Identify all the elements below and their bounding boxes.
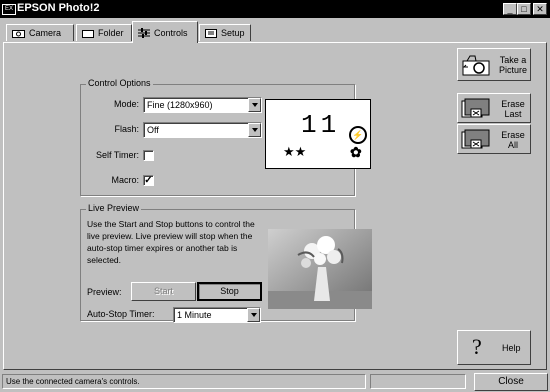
erase-all-button[interactable]: Erase All	[457, 124, 531, 154]
lcd-quality-stars: ★★	[283, 144, 307, 159]
stop-preview-button[interactable]: Stop	[197, 282, 262, 301]
close-window-button[interactable]: ✕	[533, 3, 547, 15]
timer-dropdown-arrow[interactable]	[247, 308, 260, 322]
mode-label: Mode:	[113, 99, 139, 109]
flash-select[interactable]: Off	[143, 122, 262, 138]
mode-dropdown-arrow[interactable]	[248, 98, 261, 112]
help-label: Help	[502, 343, 521, 353]
macro-label: Macro:	[111, 175, 139, 185]
folder-icon	[82, 29, 94, 38]
self-timer-label: Self Timer:	[95, 150, 139, 160]
maximize-button[interactable]: □	[517, 3, 531, 15]
take-picture-button[interactable]: Take a Picture	[457, 48, 531, 81]
preview-label: Preview:	[87, 287, 122, 297]
erase-all-label: Erase All	[501, 130, 525, 150]
help-icon: ?	[472, 334, 482, 359]
mode-select[interactable]: Fine (1280x960)	[143, 97, 262, 113]
tab-setup-label: Setup	[221, 28, 245, 38]
macro-flower-icon: ✿	[350, 144, 362, 160]
camera-lcd-display: 11 ★★ ⚡ ✿	[265, 99, 371, 169]
mode-value: Fine (1280x960)	[147, 100, 213, 110]
status-bar: Use the connected camera's controls. Clo…	[0, 372, 550, 392]
tab-folder[interactable]: Folder	[76, 24, 132, 41]
lcd-shot-count: 11	[301, 110, 341, 140]
flash-value: Off	[147, 125, 159, 135]
lcd-flash-glyph: ⚡	[352, 130, 364, 140]
flash-dropdown-arrow[interactable]	[248, 123, 261, 137]
setup-icon	[205, 29, 217, 38]
tab-camera[interactable]: Camera	[6, 24, 74, 41]
flash-off-icon: ⚡	[349, 126, 367, 144]
auto-stop-timer-select[interactable]: 1 Minute	[173, 307, 261, 323]
flash-label: Flash:	[114, 124, 139, 134]
tab-setup[interactable]: Setup	[199, 24, 251, 41]
status-text: Use the connected camera's controls.	[2, 374, 366, 389]
progress-bar	[370, 374, 466, 389]
control-options-legend: Control Options	[86, 78, 153, 88]
erase-last-label: Erase Last	[501, 99, 525, 119]
take-picture-label: Take a Picture	[498, 55, 527, 75]
tab-controls-label: Controls	[154, 27, 188, 38]
auto-stop-timer-label: Auto-Stop Timer:	[87, 309, 155, 319]
window-title: EPSON Photo!2	[17, 2, 100, 14]
tab-folder-label: Folder	[98, 28, 124, 38]
chevron-down-icon	[251, 128, 258, 132]
camera-icon	[12, 29, 25, 38]
close-button[interactable]: Close	[474, 373, 548, 391]
erase-last-button[interactable]: Erase Last	[457, 93, 531, 123]
help-button[interactable]: ? Help	[457, 330, 531, 365]
erase-last-icon	[461, 98, 490, 118]
auto-stop-timer-value: 1 Minute	[177, 310, 212, 320]
live-preview-image	[268, 229, 372, 309]
erase-all-icon	[461, 129, 490, 149]
sliders-icon	[138, 27, 150, 38]
self-timer-checkbox[interactable]	[143, 150, 154, 161]
chevron-down-icon	[251, 103, 258, 107]
title-bar: EX EPSON Photo!2 _ □ ✕	[0, 0, 550, 18]
app-icon: EX	[2, 4, 16, 15]
tab-camera-label: Camera	[29, 28, 62, 38]
chevron-down-icon	[250, 313, 257, 317]
camera-icon	[462, 55, 490, 76]
tab-controls[interactable]: Controls	[132, 21, 198, 43]
macro-checkbox[interactable]: ✓	[143, 175, 154, 186]
minimize-button[interactable]: _	[503, 3, 517, 15]
live-preview-legend: Live Preview	[86, 203, 142, 213]
start-preview-button[interactable]: Start	[131, 282, 196, 301]
live-preview-description: Use the Start and Stop buttons to contro…	[87, 219, 255, 265]
